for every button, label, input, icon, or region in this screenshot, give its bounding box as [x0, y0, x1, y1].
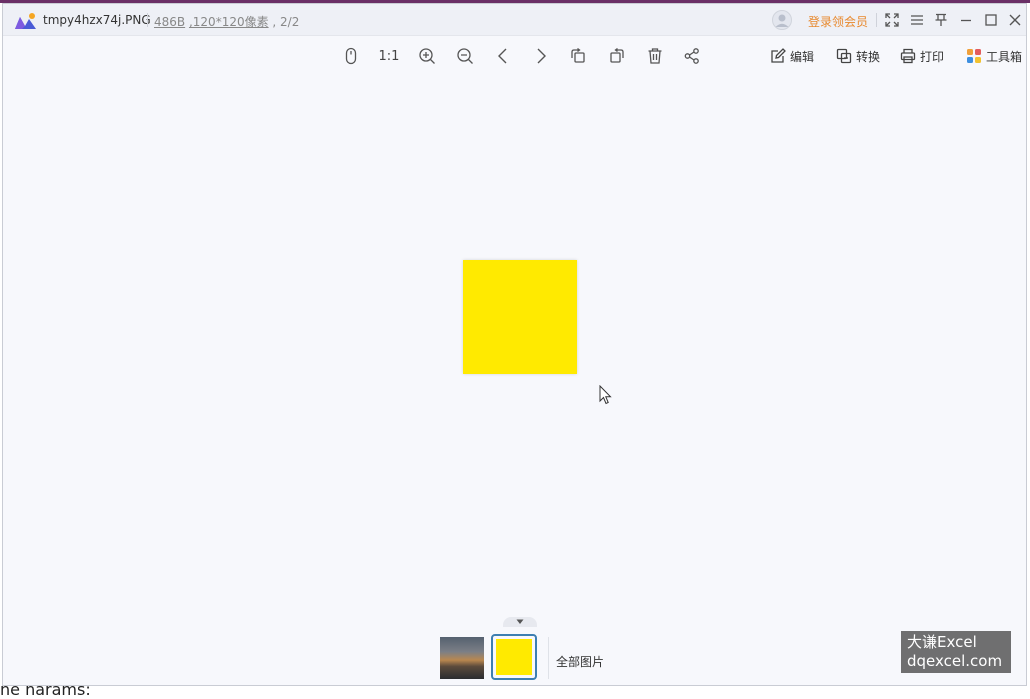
image-viewer-window: tmpy4hzx74j.PNG 486B ,120*120像素 , 2/2 登录… — [2, 3, 1027, 686]
file-size[interactable]: 486B — [154, 15, 185, 29]
title-bar: tmpy4hzx74j.PNG 486B ,120*120像素 , 2/2 登录… — [3, 4, 1026, 36]
watermark: 大谦Excel dqexcel.com — [901, 631, 1011, 673]
thumbnail-yellow-fill — [496, 639, 532, 675]
fullscreen-icon — [885, 13, 899, 27]
maximize-button[interactable] — [982, 11, 1000, 29]
file-name: tmpy4hzx74j.PNG — [43, 13, 151, 27]
collapse-thumbnails-toggle[interactable] — [503, 617, 537, 627]
fullscreen-button[interactable] — [883, 11, 901, 29]
minimize-button[interactable] — [957, 11, 975, 29]
watermark-line-1: 大谦Excel — [907, 633, 977, 651]
pin-icon — [935, 13, 947, 26]
app-logo-icon — [15, 13, 36, 29]
maximize-icon — [985, 14, 997, 26]
all-images-link[interactable]: 全部图片 — [556, 653, 604, 670]
minimize-icon — [961, 19, 971, 22]
page-index: , 2/2 — [272, 15, 300, 29]
close-button[interactable] — [1006, 11, 1024, 29]
window-controls-separator — [876, 13, 877, 27]
thumbnail-yellow-image-selected[interactable] — [491, 634, 537, 680]
menu-icon — [911, 15, 923, 25]
file-info: 486B ,120*120像素 , 2/2 — [154, 13, 299, 30]
caret-down-icon — [516, 619, 524, 624]
watermark-line-2: dqexcel.com — [907, 652, 1003, 670]
thumbnail-sunset-image[interactable] — [440, 637, 484, 679]
user-avatar-icon[interactable] — [772, 10, 792, 30]
close-icon — [1009, 14, 1021, 26]
thumbnail-separator — [548, 637, 549, 679]
title-separator — [147, 13, 148, 27]
mouse-cursor-icon — [599, 385, 612, 405]
menu-button[interactable] — [908, 11, 926, 29]
image-preview[interactable] — [463, 260, 577, 374]
pin-button[interactable] — [932, 11, 950, 29]
login-member-link[interactable]: 登录领会员 — [808, 13, 868, 30]
image-dimensions[interactable]: ,120*120像素 — [189, 15, 269, 29]
